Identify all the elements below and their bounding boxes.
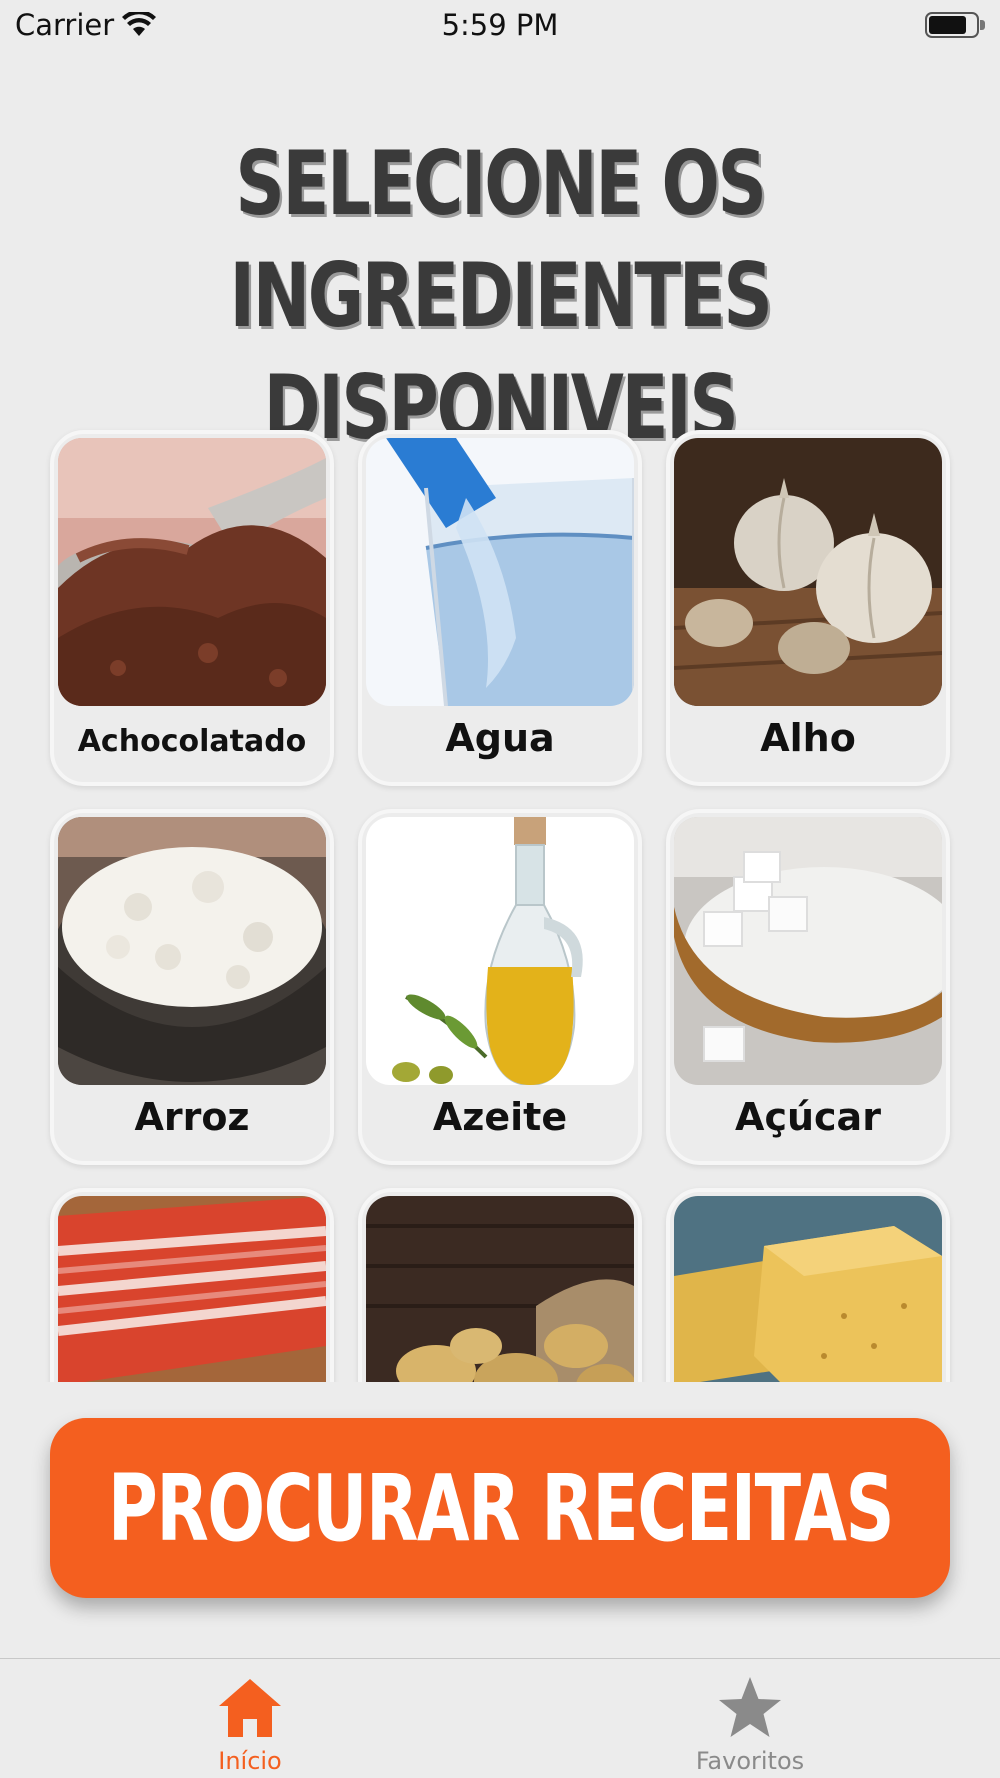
ingredient-card-agua[interactable]: Agua [358, 430, 642, 786]
ingredient-label: Achocolatado [77, 724, 307, 759]
page-title: SELECIONE OS INGREDIENTES DISPONIVEIS [110, 128, 890, 464]
ingredient-label: Alho [760, 716, 856, 760]
bacon-image [58, 1196, 326, 1382]
ingredient-card-bacon[interactable] [50, 1188, 334, 1382]
search-recipes-label: PROCURAR RECEITAS [107, 1454, 894, 1562]
ingredient-card-alho[interactable]: Alho [666, 430, 950, 786]
ingredient-grid[interactable]: Achocolatado Agua Alho Arroz Azeite Açúc… [0, 420, 1000, 1382]
page-title-line-1: SELECIONE OS INGREDIENTES [229, 132, 772, 347]
ingredient-card-arroz[interactable]: Arroz [50, 809, 334, 1165]
ingredient-card-azeite[interactable]: Azeite [358, 809, 642, 1165]
tab-label: Favoritos [695, 1747, 805, 1775]
star-icon [719, 1677, 781, 1737]
ingredient-card-achocolatado[interactable]: Achocolatado [50, 430, 334, 786]
potatoes-image [366, 1196, 634, 1382]
ingredient-card-batata[interactable] [358, 1188, 642, 1382]
olive-oil-image [366, 817, 634, 1085]
bouillon-cube-image [674, 1196, 942, 1382]
rice-bowl-image [58, 817, 326, 1085]
ingredient-label: Azeite [432, 1095, 568, 1139]
garlic-image [674, 438, 942, 706]
home-icon [219, 1679, 281, 1737]
tab-inicio[interactable]: Início [0, 1659, 500, 1778]
ingredient-card-acucar[interactable]: Açúcar [666, 809, 950, 1165]
search-recipes-button[interactable]: PROCURAR RECEITAS [50, 1418, 950, 1598]
battery-icon [925, 12, 985, 38]
sugar-image [674, 817, 942, 1085]
tab-bar: Início Favoritos [0, 1658, 1000, 1778]
status-bar: Carrier 5:59 PM [0, 0, 1000, 52]
water-glass-image [366, 438, 634, 706]
status-time: 5:59 PM [441, 8, 559, 42]
ingredient-label: Açúcar [735, 1095, 881, 1139]
cocoa-powder-image [58, 438, 326, 706]
tab-label: Início [218, 1747, 282, 1775]
ingredient-label: Arroz [134, 1095, 250, 1139]
ingredient-label: Agua [445, 716, 555, 760]
ingredient-card-caldo[interactable] [666, 1188, 950, 1382]
tab-favoritos[interactable]: Favoritos [500, 1659, 1000, 1778]
